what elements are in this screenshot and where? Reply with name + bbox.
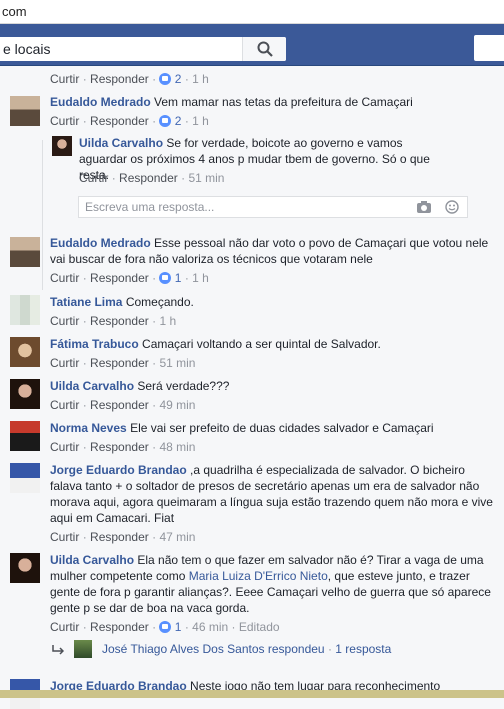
timestamp[interactable]: 49 min bbox=[159, 398, 195, 412]
avatar[interactable] bbox=[10, 337, 40, 367]
reply-actions: Curtir · Responder · 51 min bbox=[79, 171, 225, 185]
comment-body: Norma Neves Ele vai ser prefeito de duas… bbox=[50, 420, 495, 436]
timestamp[interactable]: 1 h bbox=[192, 114, 209, 128]
window-bottom-edge bbox=[0, 690, 504, 698]
comment-author[interactable]: Uilda Carvalho bbox=[50, 553, 134, 567]
avatar[interactable] bbox=[10, 421, 40, 451]
like-count[interactable]: 1 bbox=[175, 271, 182, 285]
like-link[interactable]: Curtir bbox=[50, 114, 79, 128]
like-count[interactable]: 2 bbox=[175, 72, 182, 86]
avatar[interactable] bbox=[10, 379, 40, 409]
comment-body: Eudaldo Medrado Esse pessoal não dar vot… bbox=[50, 235, 495, 267]
like-count[interactable]: 2 bbox=[175, 114, 182, 128]
search-box[interactable]: e locais bbox=[0, 37, 286, 61]
reply-link[interactable]: Responder bbox=[90, 271, 149, 285]
replies-replier[interactable]: José Thiago Alves Dos Santos respondeu ·… bbox=[102, 642, 391, 656]
like-count-icon bbox=[159, 73, 172, 85]
timestamp[interactable]: 1 h bbox=[159, 314, 176, 328]
reply-link[interactable]: Responder bbox=[90, 530, 149, 544]
like-link[interactable]: Curtir bbox=[79, 171, 108, 185]
facebook-top-bar: e locais bbox=[0, 24, 504, 66]
comment-actions: Curtir · Responder · 48 min bbox=[50, 440, 196, 454]
timestamp[interactable]: 1 h bbox=[192, 72, 209, 86]
comment-body: Jorge Eduardo Brandao ,a quadrilha é esp… bbox=[50, 462, 495, 526]
like-link[interactable]: Curtir bbox=[50, 398, 79, 412]
like-link[interactable]: Curtir bbox=[50, 314, 79, 328]
avatar[interactable] bbox=[10, 237, 40, 267]
profile-link[interactable] bbox=[474, 35, 504, 61]
comment-text: Vem mamar nas tetas da prefeitura de Cam… bbox=[154, 95, 413, 109]
like-count[interactable]: 1 bbox=[175, 620, 182, 634]
like-link[interactable]: Curtir bbox=[50, 72, 79, 86]
comment-body: Fátima Trabuco Camaçari voltando a ser q… bbox=[50, 336, 495, 352]
replies-summary[interactable]: José Thiago Alves Dos Santos respondeu ·… bbox=[52, 640, 492, 658]
timestamp[interactable]: 47 min bbox=[159, 530, 195, 544]
url-text: com bbox=[2, 4, 27, 19]
reply-link[interactable]: Responder bbox=[90, 356, 149, 370]
avatar[interactable] bbox=[10, 96, 40, 126]
reply-link[interactable]: Responder bbox=[90, 620, 149, 634]
comment-author[interactable]: Eudaldo Medrado bbox=[50, 95, 151, 109]
comments-feed: Curtir · Responder · 2 · 1 h Eudaldo Med… bbox=[0, 66, 504, 709]
timestamp[interactable]: 51 min bbox=[188, 171, 224, 185]
comment-actions: Curtir · Responder · 49 min bbox=[50, 398, 196, 412]
search-button[interactable] bbox=[242, 37, 286, 61]
comment-author[interactable]: Eudaldo Medrado bbox=[50, 236, 151, 250]
comment-author[interactable]: Fátima Trabuco bbox=[50, 337, 139, 351]
timestamp[interactable]: 46 min bbox=[192, 620, 228, 634]
comment-author[interactable]: Tatiane Lima bbox=[50, 295, 122, 309]
comment-body: Eudaldo Medrado Vem mamar nas tetas da p… bbox=[50, 94, 495, 110]
comment-body: Uilda Carvalho Será verdade??? bbox=[50, 378, 495, 394]
search-icon bbox=[257, 41, 273, 57]
avatar[interactable] bbox=[10, 553, 40, 583]
timestamp[interactable]: 1 h bbox=[192, 271, 209, 285]
like-count-icon bbox=[159, 115, 172, 127]
reply-link[interactable]: Responder bbox=[119, 171, 178, 185]
replier-avatar[interactable] bbox=[74, 640, 92, 658]
reply-link[interactable]: Responder bbox=[90, 440, 149, 454]
like-count-icon bbox=[159, 272, 172, 284]
like-count-icon bbox=[159, 621, 172, 633]
reply-author[interactable]: Uilda Carvalho bbox=[79, 136, 163, 150]
comment-actions: Curtir · Responder · 51 min bbox=[50, 356, 196, 370]
reply-link[interactable]: Responder bbox=[90, 114, 149, 128]
avatar[interactable] bbox=[10, 463, 40, 493]
comment-text: Começando. bbox=[125, 295, 194, 309]
comment-actions: Curtir · Responder · 2 · 1 h bbox=[50, 114, 209, 128]
camera-icon[interactable] bbox=[417, 201, 431, 213]
like-link[interactable]: Curtir bbox=[50, 440, 79, 454]
comment-author[interactable]: Uilda Carvalho bbox=[50, 379, 134, 393]
comment-body: Uilda Carvalho Ela não tem o que fazer e… bbox=[50, 552, 495, 616]
timestamp[interactable]: 51 min bbox=[159, 356, 195, 370]
reply-link[interactable]: Responder bbox=[90, 398, 149, 412]
browser-url-bar[interactable]: com bbox=[0, 0, 504, 24]
reply-arrow-icon bbox=[52, 645, 64, 655]
avatar[interactable] bbox=[10, 295, 40, 325]
comment-actions: Curtir · Responder · 1 h bbox=[50, 314, 177, 328]
comment-text: Camaçari voltando a ser quintal de Salva… bbox=[142, 337, 381, 351]
like-link[interactable]: Curtir bbox=[50, 356, 79, 370]
mention-link[interactable]: Maria Luiza D'Errico Nieto bbox=[189, 569, 328, 583]
comment-author[interactable]: Jorge Eduardo Brandao bbox=[50, 463, 187, 477]
reply-link[interactable]: Responder bbox=[90, 314, 149, 328]
comment: Curtir · Responder · 2 · 1 h bbox=[0, 71, 504, 87]
reply-avatar[interactable] bbox=[52, 136, 72, 156]
comment-author[interactable]: Norma Neves bbox=[50, 421, 127, 435]
comment-actions: Curtir · Responder · 1 · 46 min · Editad… bbox=[50, 620, 280, 634]
comment-actions: Curtir · Responder · 2 · 1 h bbox=[50, 72, 209, 86]
edited-label[interactable]: Editado bbox=[239, 620, 280, 634]
comment-text: Ele vai ser prefeito de duas cidades sal… bbox=[130, 421, 434, 435]
search-input[interactable]: e locais bbox=[3, 41, 50, 57]
reply-link[interactable]: Responder bbox=[90, 72, 149, 86]
comment-body: Tatiane Lima Começando. bbox=[50, 294, 495, 310]
like-link[interactable]: Curtir bbox=[50, 271, 79, 285]
comment-actions: Curtir · Responder · 47 min bbox=[50, 530, 196, 544]
comment-actions: Curtir · Responder · 1 · 1 h bbox=[50, 271, 209, 285]
comment-text: Será verdade??? bbox=[137, 379, 230, 393]
like-link[interactable]: Curtir bbox=[50, 530, 79, 544]
like-link[interactable]: Curtir bbox=[50, 620, 79, 634]
timestamp[interactable]: 48 min bbox=[159, 440, 195, 454]
reply-input[interactable]: Escreva uma resposta... bbox=[78, 196, 468, 218]
emoji-icon[interactable] bbox=[445, 200, 459, 214]
